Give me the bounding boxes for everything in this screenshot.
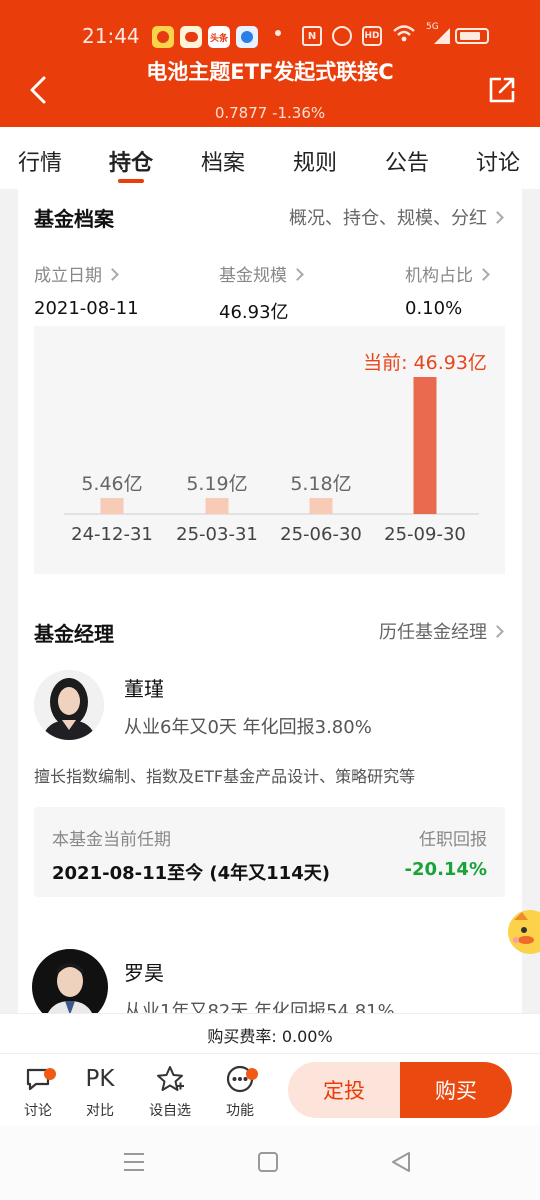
wifi-icon: [392, 24, 416, 48]
tenure-return-value: -20.14%: [404, 859, 487, 880]
archive-title: 基金档案: [34, 207, 114, 231]
managers-title: 基金经理: [34, 622, 114, 646]
tab-bar: 行情 持仓 档案 规则 公告 讨论: [0, 127, 540, 189]
notification-icons: 头条: [152, 26, 258, 48]
chart-tick-label: 25-06-30: [280, 524, 362, 545]
star-plus-icon: [157, 1066, 184, 1091]
app-notification-icon: [152, 26, 174, 48]
stat-label: 机构占比: [405, 261, 490, 286]
discuss-action[interactable]: 讨论: [8, 1064, 68, 1120]
menu-icon[interactable]: [122, 1151, 146, 1173]
stat-label-text: 机构占比: [405, 266, 473, 286]
manager-description: 擅长指数编制、指数及ETF基金产品设计、策略研究等: [34, 767, 416, 786]
buy-button[interactable]: 购买: [400, 1062, 512, 1118]
app-notification-icon: [236, 26, 258, 48]
chart-data-label: 5.19亿: [186, 473, 247, 495]
tenure-label: 本基金当前任期: [52, 830, 171, 850]
add-watchlist-action[interactable]: 设自选: [140, 1064, 200, 1120]
alarm-icon: [332, 26, 352, 46]
tab-announcements[interactable]: 公告: [385, 145, 429, 177]
home-icon[interactable]: [257, 1151, 279, 1173]
chevron-right-icon: [477, 268, 490, 281]
chevron-right-icon: [291, 268, 304, 281]
archive-link[interactable]: 概况、持仓、规模、分红: [289, 204, 504, 230]
stat-label-text: 基金规模: [219, 266, 287, 286]
mascot-icon[interactable]: [504, 906, 540, 958]
action-label: 功能: [226, 1103, 254, 1119]
stat-institution-ratio[interactable]: 机构占比 0.10%: [405, 261, 490, 319]
fund-size-chart: 5.46亿 24-12-31 5.19亿 25-03-31 5.18亿 25-06-30 当…: [34, 326, 505, 574]
fund-title: 电池主题ETF发起式联接C: [146, 60, 394, 84]
status-time: 21:44: [82, 24, 140, 48]
status-bar: 21:44 头条 N HD 5G: [0, 18, 540, 54]
purchase-fee: 购买费率: 0.00%: [0, 1013, 540, 1053]
stat-label-text: 成立日期: [34, 266, 102, 286]
manager-photo-icon: [34, 670, 104, 740]
active-tab-indicator: [118, 179, 144, 183]
stat-value: 0.10%: [405, 298, 463, 319]
tab-rules[interactable]: 规则: [293, 145, 337, 177]
stat-value: 2021-08-11: [34, 298, 139, 319]
toutiao-icon: 头条: [208, 26, 230, 48]
manager-tenure: 本基金当前任期 2021-08-11至今 (4年又114天) 任职回报 -20.…: [34, 807, 505, 897]
tab-market[interactable]: 行情: [18, 145, 62, 177]
signal-icon: 5G: [426, 22, 452, 46]
pk-icon: PK: [85, 1066, 115, 1092]
chevron-right-icon: [491, 211, 504, 224]
chart-bar: [413, 377, 437, 514]
tab-archive[interactable]: 档案: [201, 145, 245, 177]
chart-data-label: 5.18亿: [290, 473, 351, 495]
fund-detail-card: 基金档案 概况、持仓、规模、分红 成立日期 2021-08-11 基金规模 46…: [18, 189, 522, 1025]
stat-fund-size[interactable]: 基金规模 46.93亿: [219, 261, 304, 324]
compare-action[interactable]: PK 对比: [70, 1064, 130, 1120]
system-icons: N HD 5G: [302, 22, 452, 48]
fund-size-bar-chart: 5.46亿 24-12-31 5.19亿 25-03-31 5.18亿 25-06-30 当…: [64, 352, 487, 545]
stat-established[interactable]: 成立日期 2021-08-11: [34, 261, 139, 319]
weibo-icon: [180, 26, 202, 48]
chevron-right-icon: [491, 625, 504, 638]
manager-name[interactable]: 罗昊: [124, 957, 164, 986]
nfc-icon: N: [302, 26, 322, 46]
chart-bar: [205, 498, 229, 514]
manager-name[interactable]: 董瑾: [124, 673, 164, 702]
chart-tick-label: 25-03-31: [176, 524, 258, 545]
share-icon[interactable]: [488, 76, 516, 104]
tab-holdings[interactable]: 持仓: [109, 145, 153, 177]
hd-icon: HD: [362, 26, 382, 46]
auto-invest-button[interactable]: 定投: [288, 1062, 400, 1118]
chevron-right-icon: [106, 268, 119, 281]
more-notifications-dot: [275, 30, 281, 36]
chart-data-label: 当前: 46.93亿: [363, 352, 487, 374]
notification-badge: [44, 1068, 56, 1080]
chart-tick-label: 25-09-30: [384, 524, 466, 545]
past-managers-link[interactable]: 历任基金经理: [379, 618, 504, 644]
back-arrow-icon[interactable]: [26, 74, 52, 106]
chart-data-label: 5.46亿: [81, 473, 142, 495]
fund-price-change: 0.7877 -1.36%: [214, 104, 326, 122]
manager-stats: 从业6年又0天 年化回报3.80%: [124, 717, 372, 738]
chart-tick-label: 24-12-31: [71, 524, 153, 545]
tenure-return-label: 任职回报: [419, 830, 487, 850]
stat-label: 基金规模: [219, 261, 304, 286]
back-triangle-icon[interactable]: [390, 1150, 412, 1174]
chart-bar: [309, 498, 333, 514]
archive-link-label: 概况、持仓、规模、分红: [289, 208, 487, 229]
tenure-value: 2021-08-11至今 (4年又114天): [52, 863, 330, 884]
tab-discussion[interactable]: 讨论: [476, 145, 520, 177]
past-managers-label: 历任基金经理: [379, 622, 487, 643]
action-label: 讨论: [24, 1103, 52, 1119]
notification-badge: [246, 1068, 258, 1080]
battery-icon: [455, 28, 489, 44]
action-label: 对比: [86, 1103, 114, 1119]
functions-action[interactable]: 功能: [210, 1064, 270, 1120]
action-bar: 讨论 PK 对比 设自选 功能 定投 购买: [0, 1053, 540, 1125]
avatar[interactable]: [34, 670, 104, 740]
chart-bar: [100, 498, 124, 514]
action-label: 设自选: [149, 1103, 191, 1119]
app-header: 21:44 头条 N HD 5G 电池主题ETF发起式联接C 0.7877 -1…: [0, 0, 540, 127]
stat-label: 成立日期: [34, 261, 139, 286]
system-navigation-bar: [0, 1125, 540, 1200]
stat-value: 46.93亿: [219, 302, 289, 323]
